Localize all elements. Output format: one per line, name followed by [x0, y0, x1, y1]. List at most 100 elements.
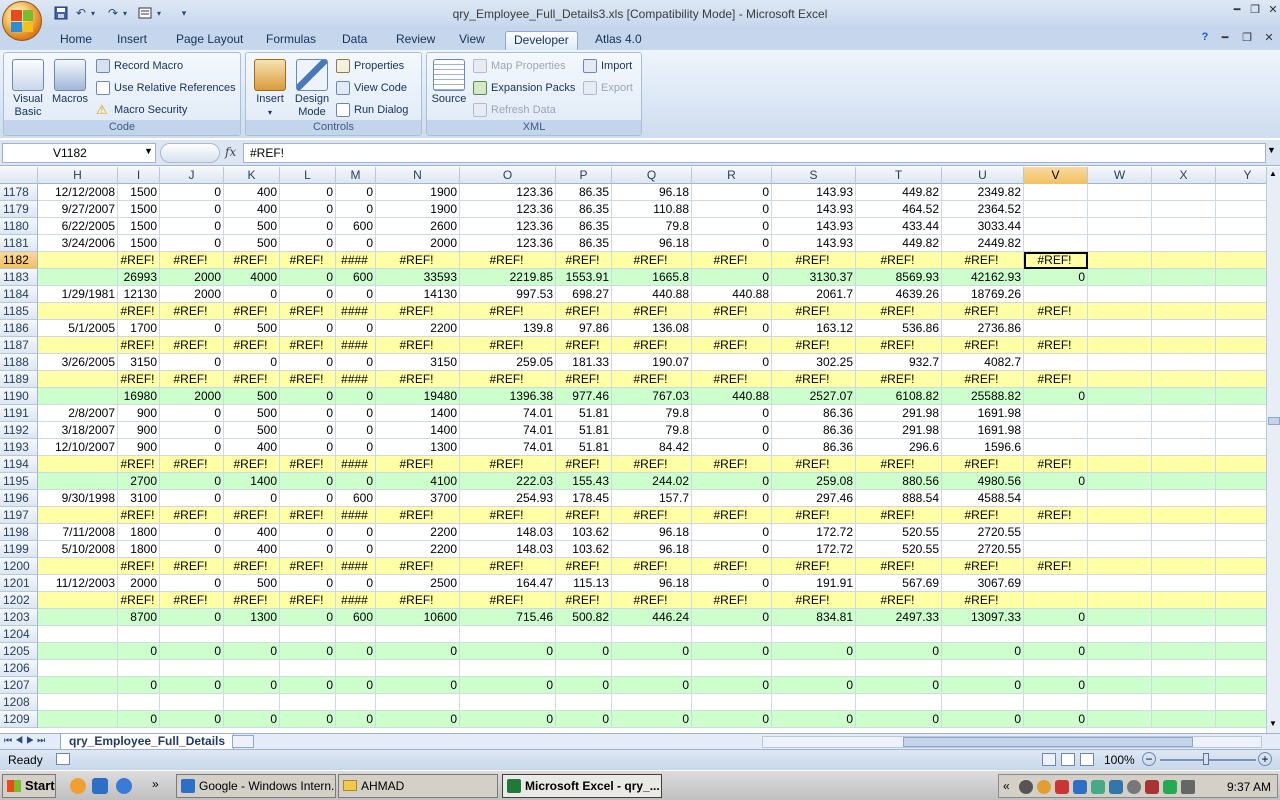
- cell-r1183[interactable]: 0: [692, 269, 772, 286]
- cell-t1190[interactable]: 6108.82: [856, 388, 942, 405]
- cell-t1181[interactable]: 449.82: [856, 235, 942, 252]
- workbook-minimize-icon[interactable]: ━: [1216, 31, 1234, 45]
- cell-q1209[interactable]: 0: [612, 711, 692, 728]
- cell-m1187[interactable]: ####: [336, 337, 376, 354]
- cell-n1180[interactable]: 2600: [376, 218, 460, 235]
- cell-w1182[interactable]: [1088, 252, 1152, 269]
- cell-l1189[interactable]: #REF!: [280, 371, 336, 388]
- cell-m1181[interactable]: 0: [336, 235, 376, 252]
- cell-i1189[interactable]: #REF!: [118, 371, 160, 388]
- cell-k1200[interactable]: #REF!: [224, 558, 280, 575]
- expansion-packs-button[interactable]: Expansion Packs: [473, 79, 575, 97]
- cell-j1187[interactable]: #REF!: [160, 337, 224, 354]
- cell-p1178[interactable]: 86.35: [556, 184, 612, 201]
- relative-references-button[interactable]: Use Relative References: [96, 79, 236, 97]
- cell-o1180[interactable]: 123.36: [460, 218, 556, 235]
- cell-r1197[interactable]: #REF!: [692, 507, 772, 524]
- cell-t1200[interactable]: #REF!: [856, 558, 942, 575]
- cell-o1186[interactable]: 139.8: [460, 320, 556, 337]
- insert-function-icon[interactable]: fx: [225, 145, 236, 159]
- cell-h1201[interactable]: 11/12/2003: [38, 575, 118, 592]
- cell-p1196[interactable]: 178.45: [556, 490, 612, 507]
- cell-k1179[interactable]: 400: [224, 201, 280, 218]
- cell-x1179[interactable]: [1152, 201, 1216, 218]
- cell-m1185[interactable]: ####: [336, 303, 376, 320]
- cell-y1181[interactable]: [1216, 235, 1266, 252]
- network-icon[interactable]: [1109, 780, 1123, 794]
- row-header[interactable]: 1203: [0, 609, 38, 626]
- cell-h1208[interactable]: [38, 694, 118, 711]
- cell-v1190[interactable]: 0: [1024, 388, 1088, 405]
- cell-h1181[interactable]: 3/24/2006: [38, 235, 118, 252]
- cell-r1209[interactable]: 0: [692, 711, 772, 728]
- cell-y1195[interactable]: [1216, 473, 1266, 490]
- cell-r1198[interactable]: 0: [692, 524, 772, 541]
- row-header[interactable]: 1199: [0, 541, 38, 558]
- cell-u1209[interactable]: 0: [942, 711, 1024, 728]
- tray-app-icon[interactable]: [1181, 780, 1195, 794]
- cell-t1198[interactable]: 520.55: [856, 524, 942, 541]
- cell-h1200[interactable]: [38, 558, 118, 575]
- cell-h1180[interactable]: 6/22/2005: [38, 218, 118, 235]
- cell-o1209[interactable]: 0: [460, 711, 556, 728]
- cell-n1188[interactable]: 3150: [376, 354, 460, 371]
- cell-m1201[interactable]: 0: [336, 575, 376, 592]
- cell-v1188[interactable]: [1024, 354, 1088, 371]
- cell-u1181[interactable]: 2449.82: [942, 235, 1024, 252]
- cell-s1191[interactable]: 86.36: [772, 405, 856, 422]
- cell-s1202[interactable]: #REF!: [772, 592, 856, 609]
- cell-h1184[interactable]: 1/29/1981: [38, 286, 118, 303]
- cell-o1201[interactable]: 164.47: [460, 575, 556, 592]
- cell-n1184[interactable]: 14130: [376, 286, 460, 303]
- tab-atlas[interactable]: Atlas 4.0: [587, 31, 650, 50]
- cell-u1196[interactable]: 4588.54: [942, 490, 1024, 507]
- cell-n1178[interactable]: 1900: [376, 184, 460, 201]
- zoom-level[interactable]: 100%: [1104, 753, 1135, 767]
- cell-s1203[interactable]: 834.81: [772, 609, 856, 626]
- cell-t1201[interactable]: 567.69: [856, 575, 942, 592]
- cell-s1201[interactable]: 191.91: [772, 575, 856, 592]
- cell-n1205[interactable]: 0: [376, 643, 460, 660]
- cell-x1200[interactable]: [1152, 558, 1216, 575]
- scroll-up-icon[interactable]: ▲: [1269, 169, 1277, 178]
- cell-o1183[interactable]: 2219.85: [460, 269, 556, 286]
- cell-q1197[interactable]: #REF!: [612, 507, 692, 524]
- cell-p1199[interactable]: 103.62: [556, 541, 612, 558]
- cell-q1193[interactable]: 84.42: [612, 439, 692, 456]
- cell-m1204[interactable]: [336, 626, 376, 643]
- cell-i1205[interactable]: 0: [118, 643, 160, 660]
- sheet-nav-arrows-icon[interactable]: ⏮◀▶⏭: [4, 735, 48, 746]
- cell-r1199[interactable]: 0: [692, 541, 772, 558]
- cell-r1207[interactable]: 0: [692, 677, 772, 694]
- horizontal-scroll-thumb[interactable]: [903, 737, 1193, 747]
- cell-k1198[interactable]: 400: [224, 524, 280, 541]
- cell-j1194[interactable]: #REF!: [160, 456, 224, 473]
- cell-o1190[interactable]: 1396.38: [460, 388, 556, 405]
- cell-u1182[interactable]: #REF!: [942, 252, 1024, 269]
- cell-y1183[interactable]: [1216, 269, 1266, 286]
- cell-s1207[interactable]: 0: [772, 677, 856, 694]
- row-header[interactable]: 1208: [0, 694, 38, 711]
- taskbar-item-ie[interactable]: Google - Windows Intern...: [176, 774, 336, 798]
- cell-u1192[interactable]: 1691.98: [942, 422, 1024, 439]
- cell-u1191[interactable]: 1691.98: [942, 405, 1024, 422]
- cell-u1198[interactable]: 2720.55: [942, 524, 1024, 541]
- cell-u1186[interactable]: 2736.86: [942, 320, 1024, 337]
- cell-h1194[interactable]: [38, 456, 118, 473]
- cell-h1206[interactable]: [38, 660, 118, 677]
- cell-x1203[interactable]: [1152, 609, 1216, 626]
- help-icon[interactable]: ?: [1196, 31, 1214, 45]
- row-header[interactable]: 1198: [0, 524, 38, 541]
- cell-s1189[interactable]: #REF!: [772, 371, 856, 388]
- cell-t1203[interactable]: 2497.33: [856, 609, 942, 626]
- cell-l1208[interactable]: [280, 694, 336, 711]
- cell-s1199[interactable]: 172.72: [772, 541, 856, 558]
- cell-o1193[interactable]: 74.01: [460, 439, 556, 456]
- column-header-i[interactable]: I: [118, 167, 160, 184]
- row-header[interactable]: 1191: [0, 405, 38, 422]
- cell-p1207[interactable]: 0: [556, 677, 612, 694]
- cell-y1182[interactable]: [1216, 252, 1266, 269]
- cell-q1191[interactable]: 79.8: [612, 405, 692, 422]
- cell-v1178[interactable]: [1024, 184, 1088, 201]
- cell-m1196[interactable]: 600: [336, 490, 376, 507]
